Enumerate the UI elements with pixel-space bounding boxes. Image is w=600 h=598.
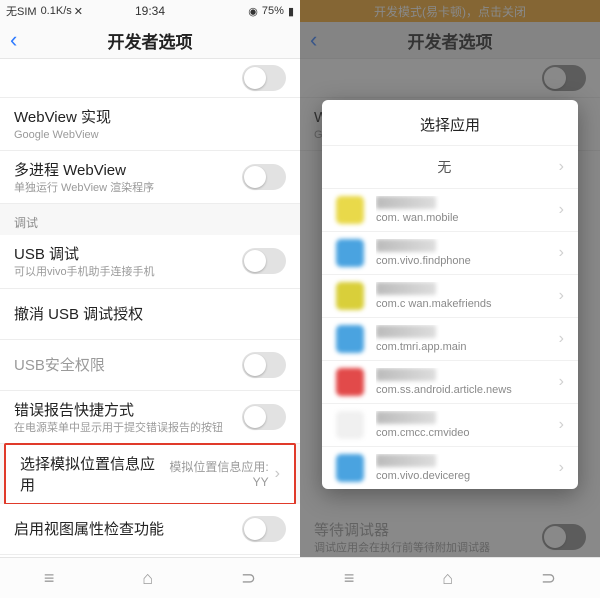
app-package: com.tmri.app.main: [376, 341, 553, 353]
chevron-right-icon: ›: [275, 465, 280, 483]
chevron-right-icon: ›: [559, 244, 564, 262]
app-name-blurred: [376, 454, 436, 467]
multiproc-webview-row[interactable]: 多进程 WebView 单独运行 WebView 渲染程序: [0, 151, 300, 204]
app-row[interactable]: com.vivo.findphone ›: [322, 231, 578, 274]
app-package: com. wan.mobile: [376, 212, 553, 224]
app-name-blurred: [376, 325, 436, 338]
app-icon: [336, 411, 364, 439]
chevron-right-icon: ›: [559, 459, 564, 477]
none-label: 无: [336, 157, 553, 177]
section-debug: 调试: [0, 204, 300, 235]
back-sys-button[interactable]: ⊃: [241, 568, 256, 589]
row-label: 撤消 USB 调试授权: [14, 303, 286, 324]
master-toggle[interactable]: [242, 65, 286, 91]
app-row[interactable]: com.c wan.makefriends ›: [322, 274, 578, 317]
row-label: 选择模拟位置信息应用: [20, 453, 169, 495]
app-name-blurred: [376, 411, 436, 424]
nav-bar: ‹ 开发者选项: [0, 22, 300, 59]
row-sub: 单独运行 WebView 渲染程序: [14, 182, 242, 195]
row-label: USB安全权限: [14, 354, 242, 375]
usb-debug-row[interactable]: USB 调试 可以用vivo手机助手连接手机: [0, 235, 300, 288]
usb-secure-row[interactable]: USB安全权限: [0, 340, 300, 391]
app-row[interactable]: com. wan.mobile ›: [322, 188, 578, 231]
chevron-right-icon: ›: [559, 287, 564, 305]
app-icon: [336, 282, 364, 310]
app-name-blurred: [376, 368, 436, 381]
app-row[interactable]: com.ss.android.article.news ›: [322, 360, 578, 403]
app-package: com.cmcc.cmvideo: [376, 427, 553, 439]
master-toggle-row: [0, 59, 300, 98]
right-screenshot: 开发模式(易卡顿)，点击关闭 ‹ 开发者选项 WebView 实现 Google…: [300, 0, 600, 598]
recents-button[interactable]: ≡: [44, 568, 55, 589]
app-package: com.vivo.devicereg: [376, 470, 553, 482]
page-title: 开发者选项: [0, 28, 300, 53]
row-label: WebView 实现: [14, 106, 286, 127]
home-button[interactable]: ⌂: [442, 568, 453, 589]
app-name-blurred: [376, 282, 436, 295]
clock-text: 19:34: [0, 4, 300, 18]
app-name-blurred: [376, 196, 436, 209]
row-label: 启用视图属性检查功能: [14, 518, 242, 539]
recents-button[interactable]: ≡: [344, 568, 355, 589]
row-label: 错误报告快捷方式: [14, 399, 242, 420]
app-icon: [336, 368, 364, 396]
chevron-right-icon: ›: [559, 158, 564, 176]
row-sub: 在电源菜单中显示用于提交错误报告的按钮: [14, 422, 242, 435]
revoke-usb-row[interactable]: 撤消 USB 调试授权: [0, 289, 300, 340]
app-icon: [336, 325, 364, 353]
modal-title: 选择应用: [322, 100, 578, 145]
left-screenshot: 无SIM 0.1K/s ✕ 19:34 ◉ 75% ▮ ‹ 开发者选项 WebV…: [0, 0, 301, 598]
app-icon: [336, 454, 364, 482]
row-sub: 可以用vivo手机助手连接手机: [14, 266, 242, 279]
app-package: com.ss.android.article.news: [376, 384, 553, 396]
bugreport-toggle[interactable]: [242, 404, 286, 430]
system-nav-bar: ≡ ⌂ ⊃: [0, 557, 300, 598]
chevron-right-icon: ›: [559, 330, 564, 348]
mock-location-row[interactable]: 选择模拟位置信息应用 模拟位置信息应用: YY ›: [6, 445, 294, 503]
multiproc-toggle[interactable]: [242, 164, 286, 190]
status-bar: 无SIM 0.1K/s ✕ 19:34 ◉ 75% ▮: [0, 0, 300, 22]
view-attr-toggle[interactable]: [242, 516, 286, 542]
mock-location-highlight: 选择模拟位置信息应用 模拟位置信息应用: YY ›: [4, 443, 296, 505]
row-sub: Google WebView: [14, 129, 286, 142]
app-icon: [336, 196, 364, 224]
app-row[interactable]: com.cmcc.cmvideo ›: [322, 403, 578, 446]
row-label: 多进程 WebView: [14, 159, 242, 180]
select-app-modal: 选择应用 无 › com. wan.mobile›com.vivo.findph…: [322, 100, 578, 489]
system-nav-bar: ≡ ⌂ ⊃: [300, 557, 600, 598]
app-name-blurred: [376, 239, 436, 252]
usb-debug-toggle[interactable]: [242, 248, 286, 274]
app-icon: [336, 239, 364, 267]
chevron-right-icon: ›: [559, 416, 564, 434]
home-button[interactable]: ⌂: [142, 568, 153, 589]
view-attr-row[interactable]: 启用视图属性检查功能: [0, 504, 300, 555]
app-none-row[interactable]: 无 ›: [322, 145, 578, 188]
app-row[interactable]: com.vivo.devicereg ›: [322, 446, 578, 489]
bugreport-row[interactable]: 错误报告快捷方式 在电源菜单中显示用于提交错误报告的按钮: [0, 391, 300, 444]
usb-secure-toggle[interactable]: [242, 352, 286, 378]
webview-impl-row[interactable]: WebView 实现 Google WebView: [0, 98, 300, 151]
chevron-right-icon: ›: [559, 373, 564, 391]
chevron-right-icon: ›: [559, 201, 564, 219]
row-label: USB 调试: [14, 243, 242, 264]
app-row[interactable]: com.tmri.app.main ›: [322, 317, 578, 360]
app-package: com.c wan.makefriends: [376, 298, 553, 310]
back-sys-button[interactable]: ⊃: [541, 568, 556, 589]
app-package: com.vivo.findphone: [376, 255, 553, 267]
row-value: 模拟位置信息应用: YY: [169, 458, 268, 489]
